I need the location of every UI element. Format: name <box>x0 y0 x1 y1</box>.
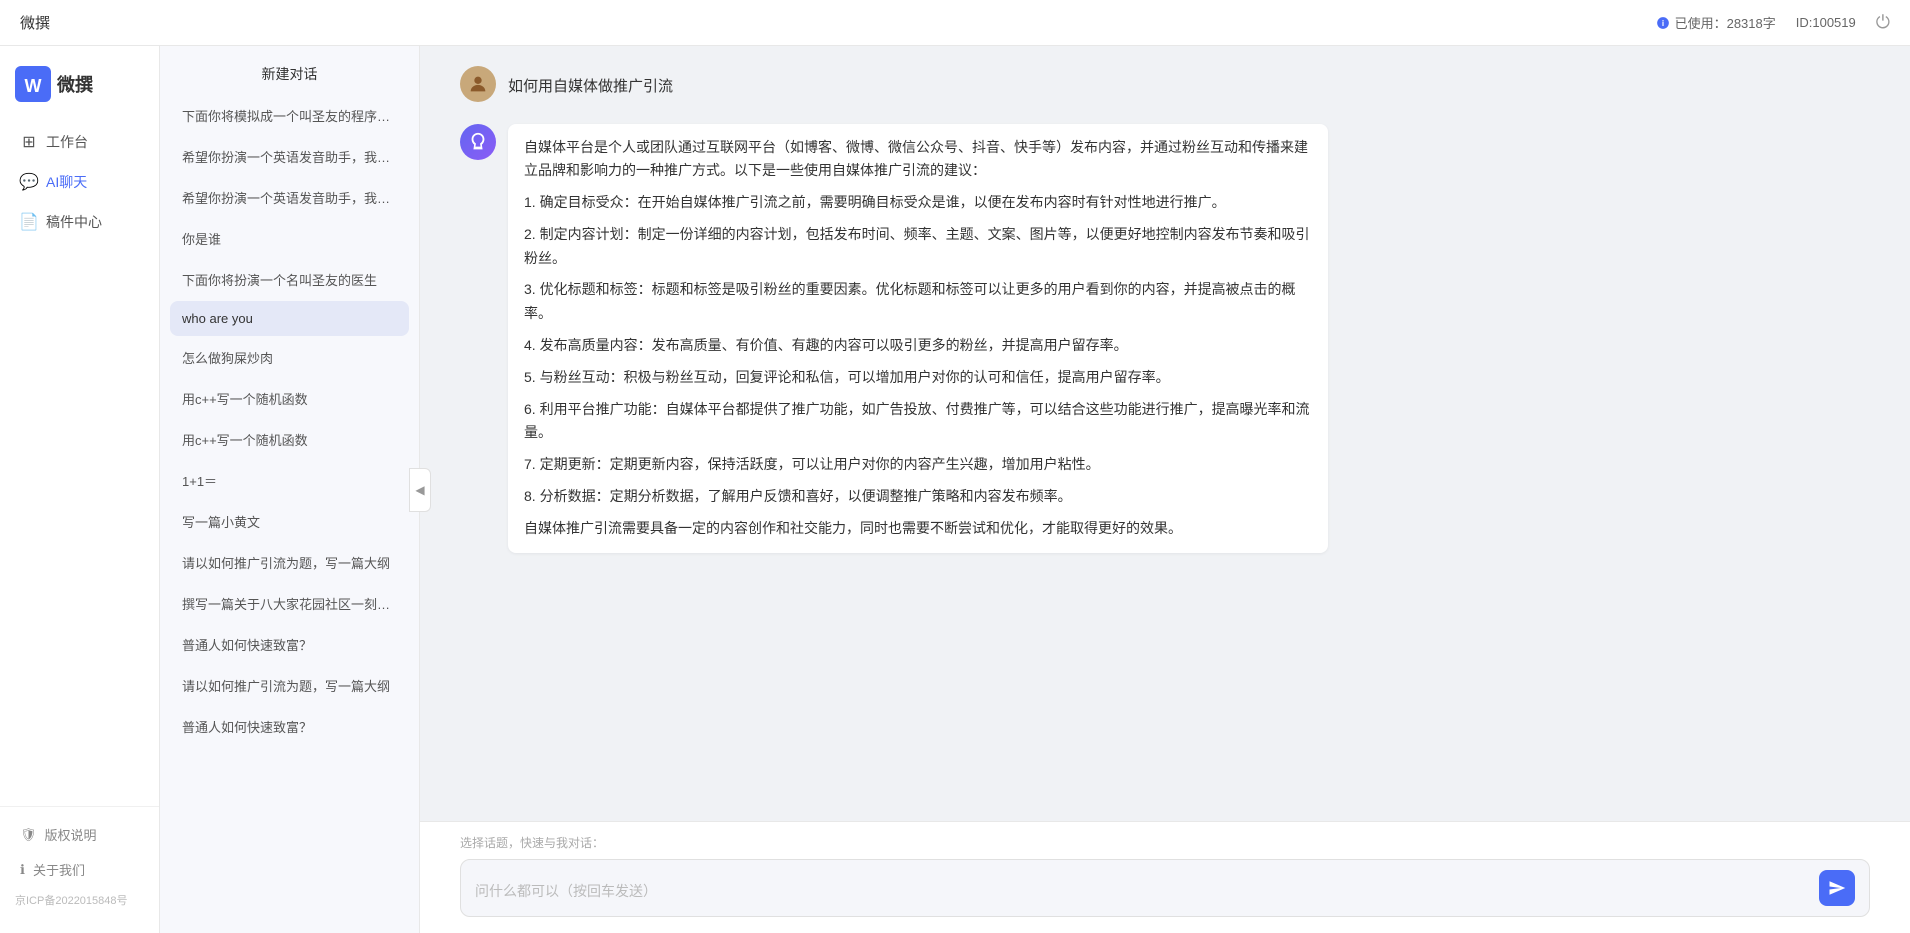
chat-list-scroll: 下面你将模拟成一个叫圣友的程序员，我说... 希望你扮演一个英语发音助手，我提供… <box>160 96 419 933</box>
chat-list-item[interactable]: 用c++写一个随机函数 <box>170 420 409 459</box>
chat-input-area: 选择话题，快速与我对话： <box>420 821 1910 933</box>
info-circle-icon: ℹ <box>20 862 25 878</box>
icp-text: 京ICP备2022015848号 <box>0 887 159 913</box>
ai-para-7: 7. 定期更新：定期更新内容，保持活跃度，可以让用户对你的内容产生兴趣，增加用户… <box>524 453 1312 477</box>
sidebar-item-copyright[interactable]: 🛡 版权说明 <box>0 817 159 852</box>
message-user: 如何用自媒体做推广引流 <box>460 66 1870 108</box>
ai-para-2: 2. 制定内容计划：制定一份详细的内容计划，包括发布时间、频率、主题、文案、图片… <box>524 223 1312 271</box>
chat-list-item[interactable]: 希望你扮演一个英语发音助手，我提供给你... <box>170 178 409 217</box>
chat-list-item[interactable]: 希望你扮演一个英语发音助手，我提供给你... <box>170 137 409 176</box>
chat-list-item[interactable]: 撰写一篇关于八大家花园社区一刻钟便民生... <box>170 584 409 623</box>
app-header: 微撰 i 已使用：28318字 ID:100519 ⏻ <box>0 0 1910 46</box>
chat-list-item[interactable]: 用c++写一个随机函数 <box>170 379 409 418</box>
grid-icon: ⊞ <box>20 133 38 151</box>
logout-btn[interactable]: ⏻ <box>1876 12 1890 33</box>
chat-list-item[interactable]: 你是谁 <box>170 219 409 258</box>
chat-list-item[interactable]: 普通人如何快速致富？ <box>170 707 409 746</box>
about-label: 关于我们 <box>33 860 85 879</box>
collapse-panel-button[interactable]: ◀ <box>409 468 431 512</box>
sidebar-item-drafts[interactable]: 📄 稿件中心 <box>0 202 159 242</box>
sidebar-logo: W 微撰 <box>0 66 159 122</box>
sidebar-label-ai-chat: AI聊天 <box>46 172 87 192</box>
info-icon: i <box>1656 16 1670 30</box>
ai-para-4: 4. 发布高质量内容：发布高质量、有价值、有趣的内容可以吸引更多的粉丝，并提高用… <box>524 334 1312 358</box>
svg-text:W: W <box>25 76 42 96</box>
chat-list-item[interactable]: 1+1＝ <box>170 461 409 500</box>
user-avatar <box>460 66 496 102</box>
ai-para-6: 6. 利用平台推广功能：自媒体平台都提供了推广功能，如广告投放、付费推广等，可以… <box>524 398 1312 446</box>
ai-para-5: 5. 与粉丝互动：积极与粉丝互动，回复评论和私信，可以增加用户对你的认可和信任，… <box>524 366 1312 390</box>
chat-list-item[interactable]: 普通人如何快速致富？ <box>170 625 409 664</box>
sidebar-label-drafts: 稿件中心 <box>46 212 102 232</box>
chat-list-item-active[interactable]: who are you <box>170 301 409 336</box>
input-hint: 选择话题，快速与我对话： <box>460 834 1870 851</box>
chat-list-item[interactable]: 请以如何推广引流为题，写一篇大纲 <box>170 543 409 582</box>
chat-icon: 💬 <box>20 173 38 191</box>
ai-para-1: 1. 确定目标受众：在开始自媒体推广引流之前，需要明确目标受众是谁，以便在发布内… <box>524 191 1312 215</box>
sidebar-bottom: 🛡 版权说明 ℹ 关于我们 京ICP备2022015848号 <box>0 806 159 923</box>
header-usage: i 已使用：28318字 <box>1656 13 1776 32</box>
message-ai: 自媒体平台是个人或团队通过互联网平台（如博客、微博、微信公众号、抖音、快手等）发… <box>460 124 1870 553</box>
copyright-label: 版权说明 <box>45 825 97 844</box>
chat-list-item[interactable]: 写一篇小黄文 <box>170 502 409 541</box>
chat-list-item[interactable]: 下面你将扮演一个名叫圣友的医生 <box>170 260 409 299</box>
sidebar-label-workbench: 工作台 <box>46 132 88 152</box>
ai-para-8: 8. 分析数据：定期分析数据，了解用户反馈和喜好，以便调整推广策略和内容发布频率… <box>524 485 1312 509</box>
svg-text:i: i <box>1661 18 1663 27</box>
chat-list-item[interactable]: 请以如何推广引流为题，写一篇大纲 <box>170 666 409 705</box>
chat-list-panel: 新建对话 下面你将模拟成一个叫圣友的程序员，我说... 希望你扮演一个英语发音助… <box>160 46 420 933</box>
shield-icon: 🛡 <box>20 827 37 843</box>
chat-messages: 如何用自媒体做推广引流 自媒体平台是个人或团队通过互联网平台（如博客、微博、微信… <box>420 46 1910 821</box>
chat-area: 如何用自媒体做推广引流 自媒体平台是个人或团队通过互联网平台（如博客、微博、微信… <box>420 46 1910 933</box>
send-button[interactable] <box>1819 870 1855 906</box>
sidebar-logo-text: 微撰 <box>57 71 93 97</box>
ai-avatar <box>460 124 496 160</box>
new-chat-button[interactable]: 新建对话 <box>160 46 419 96</box>
send-icon <box>1828 879 1846 897</box>
file-icon: 📄 <box>20 213 38 231</box>
sidebar-nav: ⊞ 工作台 💬 AI聊天 📄 稿件中心 <box>0 122 159 806</box>
sidebar-item-about[interactable]: ℹ 关于我们 <box>0 852 159 887</box>
chat-input[interactable] <box>475 882 1809 906</box>
ai-message-content: 自媒体平台是个人或团队通过互联网平台（如博客、微博、微信公众号、抖音、快手等）发… <box>508 124 1328 553</box>
usage-text: 已使用：28318字 <box>1675 13 1776 32</box>
main-layout: W 微撰 ⊞ 工作台 💬 AI聊天 📄 稿件中心 🛡 版权说明 <box>0 46 1910 933</box>
user-id: ID:100519 <box>1796 15 1856 30</box>
chat-list-item[interactable]: 怎么做狗屎炒肉 <box>170 338 409 377</box>
ai-para-9: 自媒体推广引流需要具备一定的内容创作和社交能力，同时也需要不断尝试和优化，才能取… <box>524 517 1312 541</box>
sidebar-item-workbench[interactable]: ⊞ 工作台 <box>0 122 159 162</box>
ai-para-3: 3. 优化标题和标签：标题和标签是吸引粉丝的重要因素。优化标题和标签可以让更多的… <box>524 278 1312 326</box>
sidebar: W 微撰 ⊞ 工作台 💬 AI聊天 📄 稿件中心 🛡 版权说明 <box>0 46 160 933</box>
user-message-content: 如何用自媒体做推广引流 <box>508 66 673 108</box>
sidebar-item-ai-chat[interactable]: 💬 AI聊天 <box>0 162 159 202</box>
chat-input-box <box>460 859 1870 917</box>
chat-list-item[interactable]: 下面你将模拟成一个叫圣友的程序员，我说... <box>170 96 409 135</box>
ai-para-0: 自媒体平台是个人或团队通过互联网平台（如博客、微博、微信公众号、抖音、快手等）发… <box>524 136 1312 184</box>
header-title: 微撰 <box>20 12 1656 33</box>
header-right: i 已使用：28318字 ID:100519 ⏻ <box>1656 12 1890 33</box>
logo-icon: W <box>15 66 51 102</box>
